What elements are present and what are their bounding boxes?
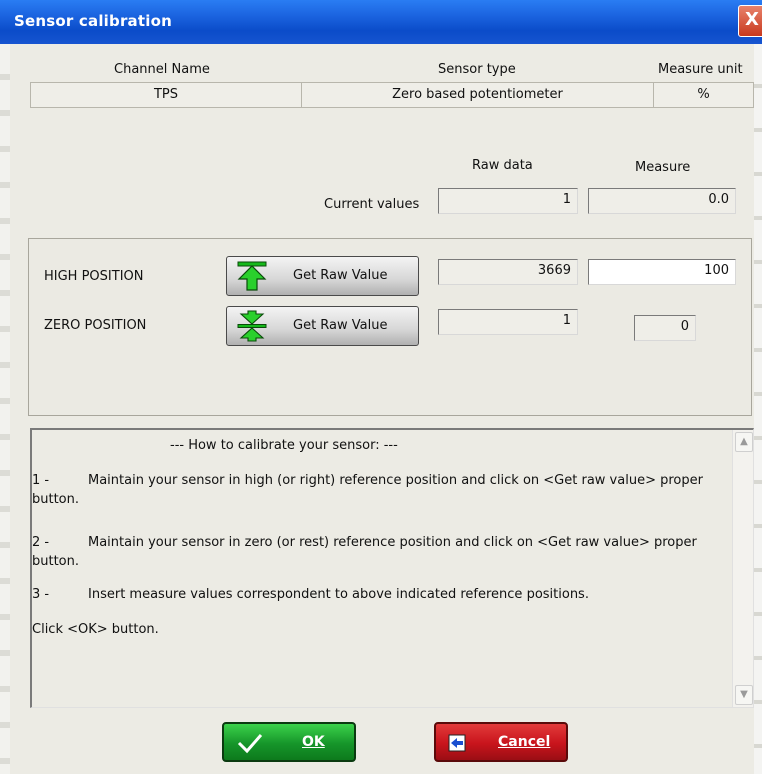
zero-raw-field: 1 [438,309,578,335]
help-title: --- How to calibrate your sensor: --- [170,438,398,453]
step-1-text: Maintain your sensor in high (or right) … [88,473,703,488]
channel-name-value: TPS [30,82,302,108]
measure-header: Measure [635,160,691,175]
help-scrollbar[interactable]: ▲ ▼ [732,430,753,707]
high-position-label: HIGH POSITION [44,269,144,284]
high-measure-input[interactable]: 100 [588,259,736,285]
step-2-text: Maintain your sensor in zero (or rest) r… [88,535,697,550]
left-edge [0,44,10,774]
sensor-type-header: Sensor type [438,62,516,77]
high-raw-field: 3669 [438,259,578,285]
high-get-raw-button[interactable]: Get Raw Value [226,256,419,296]
help-text-area[interactable]: --- How to calibrate your sensor: --- 1 … [30,428,754,708]
step-3-text: Insert measure values correspondent to a… [88,587,589,602]
arrows-converge-icon [237,310,267,342]
cancel-label: Cancel [498,734,551,750]
current-measure-field: 0.0 [588,188,736,214]
cancel-button[interactable]: Cancel [434,722,568,762]
step-2-continuation: button. [32,554,80,569]
step-3-number: 3 - [32,587,50,602]
sensor-type-value: Zero based potentiometer [301,82,654,108]
close-button[interactable]: X [738,5,762,37]
step-1-continuation: button. [32,492,80,507]
zero-measure-field: 0 [634,315,696,341]
ok-label: OK [302,734,325,750]
measure-unit-header: Measure unit [658,62,743,77]
zero-position-label: ZERO POSITION [44,318,147,333]
zero-get-raw-button[interactable]: Get Raw Value [226,306,419,346]
raw-data-header: Raw data [472,158,533,173]
exit-door-icon [448,734,466,752]
channel-name-header: Channel Name [114,62,210,77]
current-raw-field: 1 [438,188,578,214]
zero-get-raw-label: Get Raw Value [293,318,388,333]
right-edge [754,44,762,774]
step-2-number: 2 - [32,535,50,550]
help-footer: Click <OK> button. [32,622,159,637]
checkmark-icon [237,734,263,754]
step-1-number: 1 - [32,473,50,488]
high-get-raw-label: Get Raw Value [293,268,388,283]
ok-button[interactable]: OK [222,722,356,762]
title-bar: Sensor calibration X [0,0,762,44]
close-icon: X [745,9,759,30]
scroll-up-icon[interactable]: ▲ [735,432,753,452]
scroll-down-icon[interactable]: ▼ [735,685,753,705]
arrow-up-to-line-icon [237,261,267,291]
measure-unit-value: % [653,82,754,108]
current-values-label: Current values [324,197,420,212]
window-title: Sensor calibration [14,12,172,30]
